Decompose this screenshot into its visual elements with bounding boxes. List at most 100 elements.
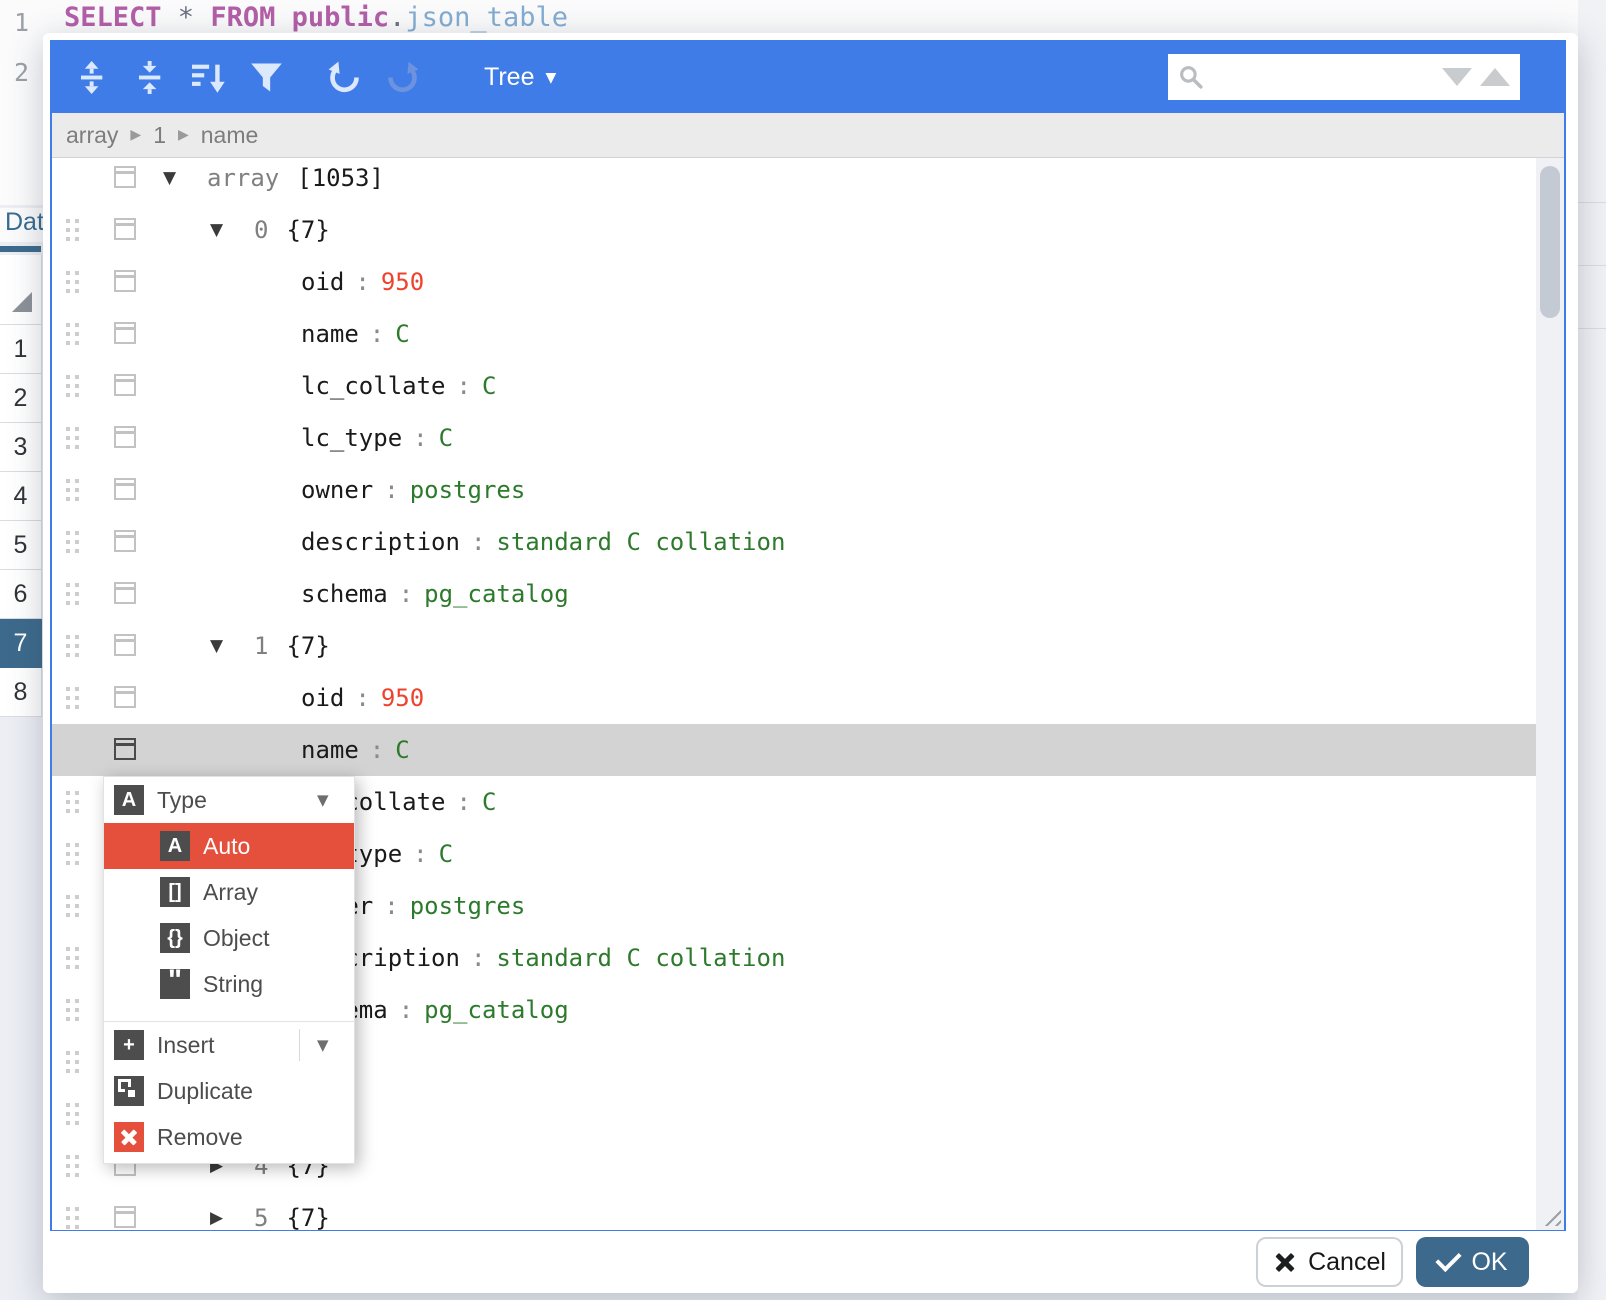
field-value[interactable]: C: [395, 320, 409, 348]
drag-handle-icon[interactable]: [66, 999, 70, 1003]
redo-button[interactable]: [380, 54, 424, 102]
drag-handle-icon[interactable]: [66, 1103, 70, 1107]
menu-item-string[interactable]: "String: [104, 961, 354, 1007]
drag-handle-icon[interactable]: [66, 531, 70, 535]
field-value[interactable]: postgres: [410, 476, 526, 504]
tree-row[interactable]: ▼1{7}: [52, 620, 1536, 672]
field-value[interactable]: standard C collation: [496, 944, 785, 972]
row-actions-menu-icon[interactable]: [114, 738, 136, 760]
drag-handle-icon[interactable]: [66, 323, 70, 327]
tree-row[interactable]: oid:950: [52, 256, 1536, 308]
breadcrumb-item[interactable]: array: [66, 122, 118, 149]
row-actions-menu-icon[interactable]: [114, 166, 136, 188]
field-name[interactable]: description: [301, 528, 460, 556]
field-value[interactable]: C: [482, 788, 496, 816]
field-value[interactable]: C: [395, 736, 409, 764]
drag-handle-icon[interactable]: [66, 479, 70, 483]
field-name[interactable]: oid: [301, 268, 344, 296]
drag-handle-icon[interactable]: [66, 791, 70, 795]
row-actions-menu-icon[interactable]: [114, 1206, 136, 1228]
tree-row[interactable]: schema:pg_catalog: [52, 568, 1536, 620]
field-value[interactable]: C: [482, 372, 496, 400]
search-previous-button[interactable]: [1480, 68, 1510, 86]
field-value[interactable]: pg_catalog: [424, 580, 569, 608]
row-actions-menu-icon[interactable]: [114, 426, 136, 448]
menu-item-auto[interactable]: AAuto: [104, 823, 354, 869]
field-value[interactable]: 950: [381, 684, 424, 712]
row-actions-menu-icon[interactable]: [114, 374, 136, 396]
scrollbar-thumb[interactable]: [1540, 166, 1560, 318]
field-value[interactable]: postgres: [410, 892, 526, 920]
field-value[interactable]: pg_catalog: [424, 996, 569, 1024]
cancel-button[interactable]: Cancel: [1256, 1237, 1403, 1287]
grid-row-header[interactable]: 3: [0, 423, 42, 472]
drag-handle-icon[interactable]: [66, 635, 70, 639]
drag-handle-icon[interactable]: [66, 271, 70, 275]
tree-row[interactable]: ▼0{7}: [52, 204, 1536, 256]
collapse-icon[interactable]: ▼: [210, 220, 254, 240]
tree-row[interactable]: owner:postgres: [52, 464, 1536, 516]
drag-handle-icon[interactable]: [66, 583, 70, 587]
grid-row-header[interactable]: 5: [0, 521, 42, 570]
tree-row[interactable]: description:standard C collation: [52, 516, 1536, 568]
field-value[interactable]: standard C collation: [496, 528, 785, 556]
grid-row-header[interactable]: 7: [0, 619, 42, 668]
breadcrumb-item[interactable]: name: [201, 122, 259, 149]
field-name[interactable]: lc_collate: [301, 372, 446, 400]
row-actions-menu-icon[interactable]: [114, 478, 136, 500]
collapse-icon[interactable]: ▼: [163, 168, 207, 188]
undo-button[interactable]: [322, 54, 366, 102]
grid-row-header[interactable]: 6: [0, 570, 42, 619]
tree-row[interactable]: ▼array[1053]: [52, 158, 1536, 204]
field-name[interactable]: name: [301, 736, 359, 764]
tree-row[interactable]: name:C: [52, 308, 1536, 360]
scrollbar-track[interactable]: [1536, 158, 1564, 1230]
row-actions-menu-icon[interactable]: [114, 582, 136, 604]
menu-item-object[interactable]: {}Object: [104, 915, 354, 961]
field-name[interactable]: lc_type: [301, 424, 402, 452]
drag-handle-icon[interactable]: [66, 895, 70, 899]
row-actions-menu-icon[interactable]: [114, 530, 136, 552]
collapse-icon[interactable]: ▼: [210, 636, 254, 656]
row-actions-menu-icon[interactable]: [114, 634, 136, 656]
row-actions-menu-icon[interactable]: [114, 270, 136, 292]
search-next-button[interactable]: [1442, 68, 1472, 86]
menu-item-type[interactable]: AType▼: [104, 777, 354, 823]
grid-row-header[interactable]: 1: [0, 325, 42, 374]
drag-handle-icon[interactable]: [66, 427, 70, 431]
field-name[interactable]: schema: [301, 580, 388, 608]
grid-row-header[interactable]: 2: [0, 374, 42, 423]
tree-row[interactable]: lc_collate:C: [52, 360, 1536, 412]
drag-handle-icon[interactable]: [66, 219, 70, 223]
menu-item-remove[interactable]: Remove: [104, 1114, 354, 1160]
row-actions-menu-icon[interactable]: [114, 218, 136, 240]
field-value[interactable]: C: [439, 840, 453, 868]
drag-handle-icon[interactable]: [66, 375, 70, 379]
tab-data-output[interactable]: Dat: [0, 208, 43, 242]
expand-all-button[interactable]: [70, 54, 114, 102]
expand-icon[interactable]: ▶: [210, 1208, 254, 1228]
field-name[interactable]: name: [301, 320, 359, 348]
grid-row-header[interactable]: 4: [0, 472, 42, 521]
drag-handle-icon[interactable]: [66, 947, 70, 951]
sort-button[interactable]: [186, 54, 230, 102]
drag-handle-icon[interactable]: [66, 843, 70, 847]
mode-select-dropdown[interactable]: Tree ▼: [478, 62, 562, 93]
filter-button[interactable]: [244, 54, 288, 102]
collapse-all-button[interactable]: [128, 54, 172, 102]
drag-handle-icon[interactable]: [66, 1207, 70, 1211]
field-value[interactable]: C: [439, 424, 453, 452]
field-value[interactable]: 950: [381, 268, 424, 296]
drag-handle-icon[interactable]: [66, 1155, 70, 1159]
row-actions-menu-icon[interactable]: [114, 686, 136, 708]
menu-item-array[interactable]: []Array: [104, 869, 354, 915]
menu-item-insert[interactable]: +Insert▼: [104, 1022, 354, 1068]
drag-handle-icon[interactable]: [66, 1051, 70, 1055]
grid-select-all-cell[interactable]: [0, 255, 42, 325]
tree-row[interactable]: name:C: [52, 724, 1536, 776]
field-name[interactable]: oid: [301, 684, 344, 712]
ok-button[interactable]: OK: [1416, 1237, 1529, 1287]
menu-item-duplicate[interactable]: Duplicate: [104, 1068, 354, 1114]
drag-handle-icon[interactable]: [66, 687, 70, 691]
tree-row[interactable]: lc_type:C: [52, 412, 1536, 464]
